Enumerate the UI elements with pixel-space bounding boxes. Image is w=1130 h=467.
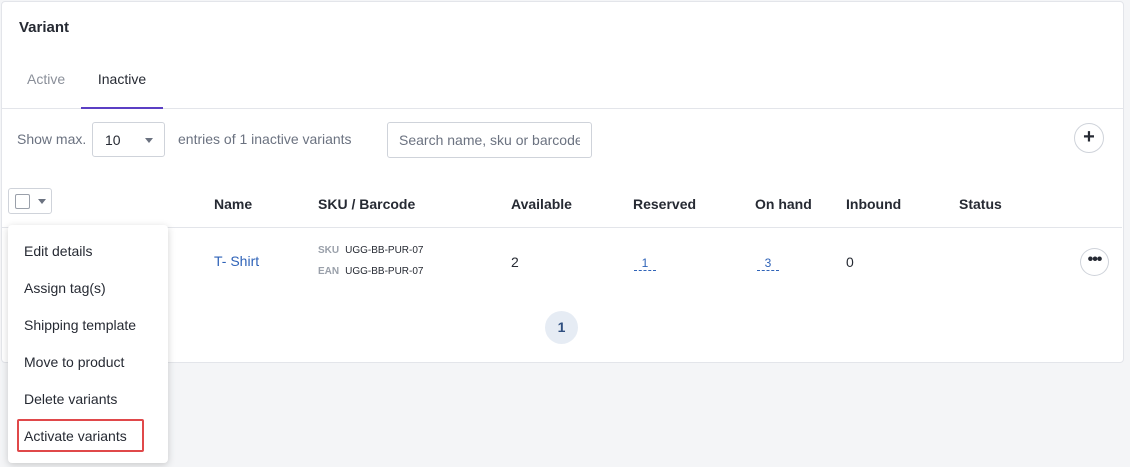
show-max-label: Show max. (17, 131, 87, 147)
ean-value: UGG-BB-PUR-07 (345, 266, 424, 277)
bulk-select-dropdown[interactable] (8, 188, 52, 214)
sku-line: SKU UGG-BB-PUR-07 (318, 245, 423, 256)
page-size-select[interactable]: 10 (92, 122, 165, 157)
chevron-down-icon (38, 199, 46, 204)
tab-bar: Active Inactive (2, 60, 1123, 109)
pagination-page-1[interactable]: 1 (545, 311, 578, 344)
ean-line: EAN UGG-BB-PUR-07 (318, 266, 423, 277)
column-header-available[interactable]: Available (511, 196, 572, 212)
menu-item-move-to-product[interactable]: Move to product (24, 354, 124, 370)
tab-inactive[interactable]: Inactive (81, 60, 163, 109)
page-size-value: 10 (105, 132, 121, 148)
column-header-inbound[interactable]: Inbound (846, 196, 901, 212)
column-header-reserved[interactable]: Reserved (633, 196, 696, 212)
tab-active[interactable]: Active (27, 60, 65, 108)
card-title: Variant (19, 19, 70, 36)
column-header-name[interactable]: Name (214, 196, 252, 212)
column-header-on-hand[interactable]: On hand (755, 196, 812, 212)
entries-label: entries of 1 inactive variants (178, 131, 352, 147)
header-divider (2, 227, 1122, 228)
select-all-checkbox[interactable] (15, 194, 30, 209)
variant-card: Variant Active Inactive (1, 1, 1124, 363)
sku-tag: SKU (318, 245, 340, 256)
reserved-link[interactable]: 1 (634, 256, 656, 271)
on-hand-link[interactable]: 3 (757, 256, 779, 271)
inbound-value: 0 (846, 254, 854, 270)
activate-variants-highlight (17, 419, 144, 452)
more-icon: ••• (1087, 251, 1103, 268)
menu-item-delete-variants[interactable]: Delete variants (24, 391, 117, 407)
available-value: 2 (511, 254, 519, 270)
row-more-button[interactable]: ••• (1080, 248, 1109, 276)
add-variant-button[interactable]: + (1074, 123, 1104, 153)
variant-name-link[interactable]: T- Shirt (214, 253, 259, 269)
plus-icon: + (1083, 126, 1095, 148)
menu-item-assign-tags[interactable]: Assign tag(s) (24, 280, 106, 296)
menu-item-shipping-template[interactable]: Shipping template (24, 317, 136, 333)
chevron-down-icon (145, 138, 153, 143)
ean-tag: EAN (318, 266, 340, 277)
menu-item-edit-details[interactable]: Edit details (24, 243, 92, 259)
search-input[interactable] (387, 122, 592, 158)
column-header-sku[interactable]: SKU / Barcode (318, 196, 415, 212)
sku-value: UGG-BB-PUR-07 (345, 245, 424, 256)
column-header-status[interactable]: Status (959, 196, 1002, 212)
